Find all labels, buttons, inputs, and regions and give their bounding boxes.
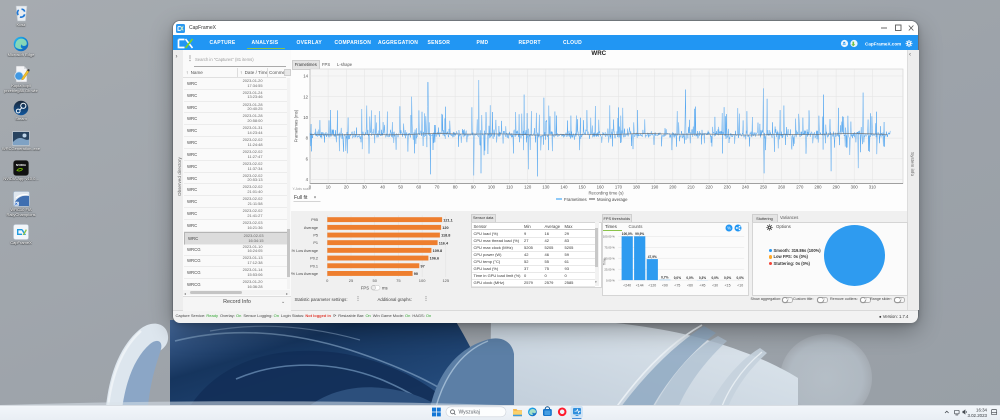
svg-text:60: 60 <box>416 185 421 190</box>
svg-text:0,0%: 0,0% <box>674 275 681 279</box>
svg-text:Y-Axis scale: Y-Axis scale <box>293 187 311 191</box>
svg-text:16:34: 16:34 <box>976 407 988 412</box>
svg-text:<144: <144 <box>636 283 644 287</box>
svg-text:P0.1: P0.1 <box>310 264 318 268</box>
svg-text:70: 70 <box>435 185 440 190</box>
svg-text:0,0%: 0,0% <box>686 275 693 279</box>
svg-text:<10: <10 <box>737 283 743 287</box>
svg-text:<30: <30 <box>712 283 718 287</box>
svg-text:P0.2: P0.2 <box>310 257 318 261</box>
svg-text:100: 100 <box>488 185 496 190</box>
svg-text:<75: <75 <box>674 283 680 287</box>
svg-text:118.8: 118.8 <box>441 234 450 238</box>
svg-text:300: 300 <box>851 185 859 190</box>
svg-text:<90: <90 <box>662 283 668 287</box>
svg-text:Moving average: Moving average <box>597 197 628 202</box>
svg-text:121.1: 121.1 <box>443 218 453 222</box>
svg-text:190: 190 <box>651 185 659 190</box>
svg-text:270: 270 <box>796 185 804 190</box>
svg-text:99,9%: 99,9% <box>635 232 644 236</box>
svg-text:6: 6 <box>306 156 309 161</box>
svg-text:240: 240 <box>742 185 750 190</box>
svg-text:125: 125 <box>442 278 449 283</box>
svg-text:FPS: FPS <box>361 285 369 290</box>
svg-text:100: 100 <box>419 278 426 283</box>
svg-text:0.2% Low Average: 0.2% Low Average <box>291 272 318 276</box>
svg-text:0,7%: 0,7% <box>661 275 668 279</box>
svg-text:P1: P1 <box>313 241 318 245</box>
svg-text:Recording time (s): Recording time (s) <box>588 191 624 196</box>
svg-text:130: 130 <box>542 185 550 190</box>
svg-text:280: 280 <box>814 185 822 190</box>
svg-text:10: 10 <box>303 115 308 120</box>
svg-text:CapFrameX.com: CapFrameX.com <box>865 41 901 46</box>
svg-text:30: 30 <box>362 185 367 190</box>
svg-text:Wyszukaj: Wyszukaj <box>459 410 480 416</box>
svg-text:90: 90 <box>471 185 476 190</box>
svg-text:109.8: 109.8 <box>433 249 443 253</box>
svg-text:8: 8 <box>306 136 309 141</box>
svg-text:90: 90 <box>414 272 418 276</box>
svg-text:110: 110 <box>506 185 513 190</box>
svg-text:25.00 %: 25.00 % <box>604 267 615 271</box>
svg-text:<60: <60 <box>687 283 693 287</box>
svg-text:Frametimes (ms): Frametimes (ms) <box>294 109 299 142</box>
svg-text:0.00 %: 0.00 % <box>606 278 615 282</box>
svg-text:0,0%: 0,0% <box>711 275 718 279</box>
svg-text:80: 80 <box>453 185 458 190</box>
svg-text:P5: P5 <box>313 234 318 238</box>
svg-text:<120: <120 <box>648 283 656 287</box>
svg-text:1% Low Average: 1% Low Average <box>291 249 318 253</box>
svg-text:50: 50 <box>398 185 403 190</box>
svg-text:100.00 %: 100.00 % <box>603 234 615 238</box>
svg-text:25: 25 <box>349 278 354 283</box>
svg-text:10: 10 <box>326 185 331 190</box>
svg-text:210: 210 <box>687 185 695 190</box>
svg-text:14: 14 <box>303 74 308 79</box>
svg-text:<15: <15 <box>724 283 730 287</box>
svg-text:75: 75 <box>396 278 401 283</box>
svg-text:4: 4 <box>306 177 309 182</box>
svg-text:160: 160 <box>597 185 605 190</box>
svg-text:12: 12 <box>303 94 308 99</box>
svg-text:3.02.2023: 3.02.2023 <box>967 413 987 418</box>
svg-text:200: 200 <box>669 185 677 190</box>
svg-text:180: 180 <box>633 185 641 190</box>
svg-text:Average: Average <box>304 226 318 230</box>
svg-text:ms: ms <box>382 285 388 290</box>
svg-text:0,0%: 0,0% <box>736 275 743 279</box>
svg-text:Full fit: Full fit <box>294 195 308 201</box>
svg-text:▾: ▾ <box>314 195 316 200</box>
svg-text:100,0%: 100,0% <box>622 232 633 236</box>
svg-text:<45: <45 <box>699 283 705 287</box>
svg-text:0: 0 <box>326 278 329 283</box>
svg-text:220: 220 <box>706 185 714 190</box>
svg-text:310: 310 <box>869 185 877 190</box>
svg-text:260: 260 <box>778 185 786 190</box>
svg-text:116.4: 116.4 <box>439 241 449 245</box>
svg-text:120: 120 <box>442 226 448 230</box>
svg-text:140: 140 <box>560 185 568 190</box>
svg-text:Time: Time <box>602 258 606 265</box>
svg-text:40: 40 <box>380 185 385 190</box>
svg-text:150: 150 <box>579 185 587 190</box>
svg-text:250: 250 <box>760 185 768 190</box>
svg-text:20: 20 <box>344 185 349 190</box>
svg-text:47,9%: 47,9% <box>648 254 657 258</box>
svg-text:0,0%: 0,0% <box>724 275 731 279</box>
svg-text:75.00 %: 75.00 % <box>604 245 615 249</box>
svg-text:97: 97 <box>421 264 425 268</box>
svg-text:0,3%: 0,3% <box>699 275 706 279</box>
svg-text:120: 120 <box>524 185 532 190</box>
svg-text:290: 290 <box>833 185 841 190</box>
svg-text:Frametimes: Frametimes <box>564 197 587 202</box>
svg-text:P95: P95 <box>311 218 318 222</box>
svg-text:106.6: 106.6 <box>430 257 440 261</box>
svg-text:170: 170 <box>615 185 623 190</box>
svg-text:230: 230 <box>724 185 732 190</box>
svg-text:<240: <240 <box>623 283 631 287</box>
svg-text:NVIDIA: NVIDIA <box>16 163 27 167</box>
svg-text:50: 50 <box>372 278 377 283</box>
